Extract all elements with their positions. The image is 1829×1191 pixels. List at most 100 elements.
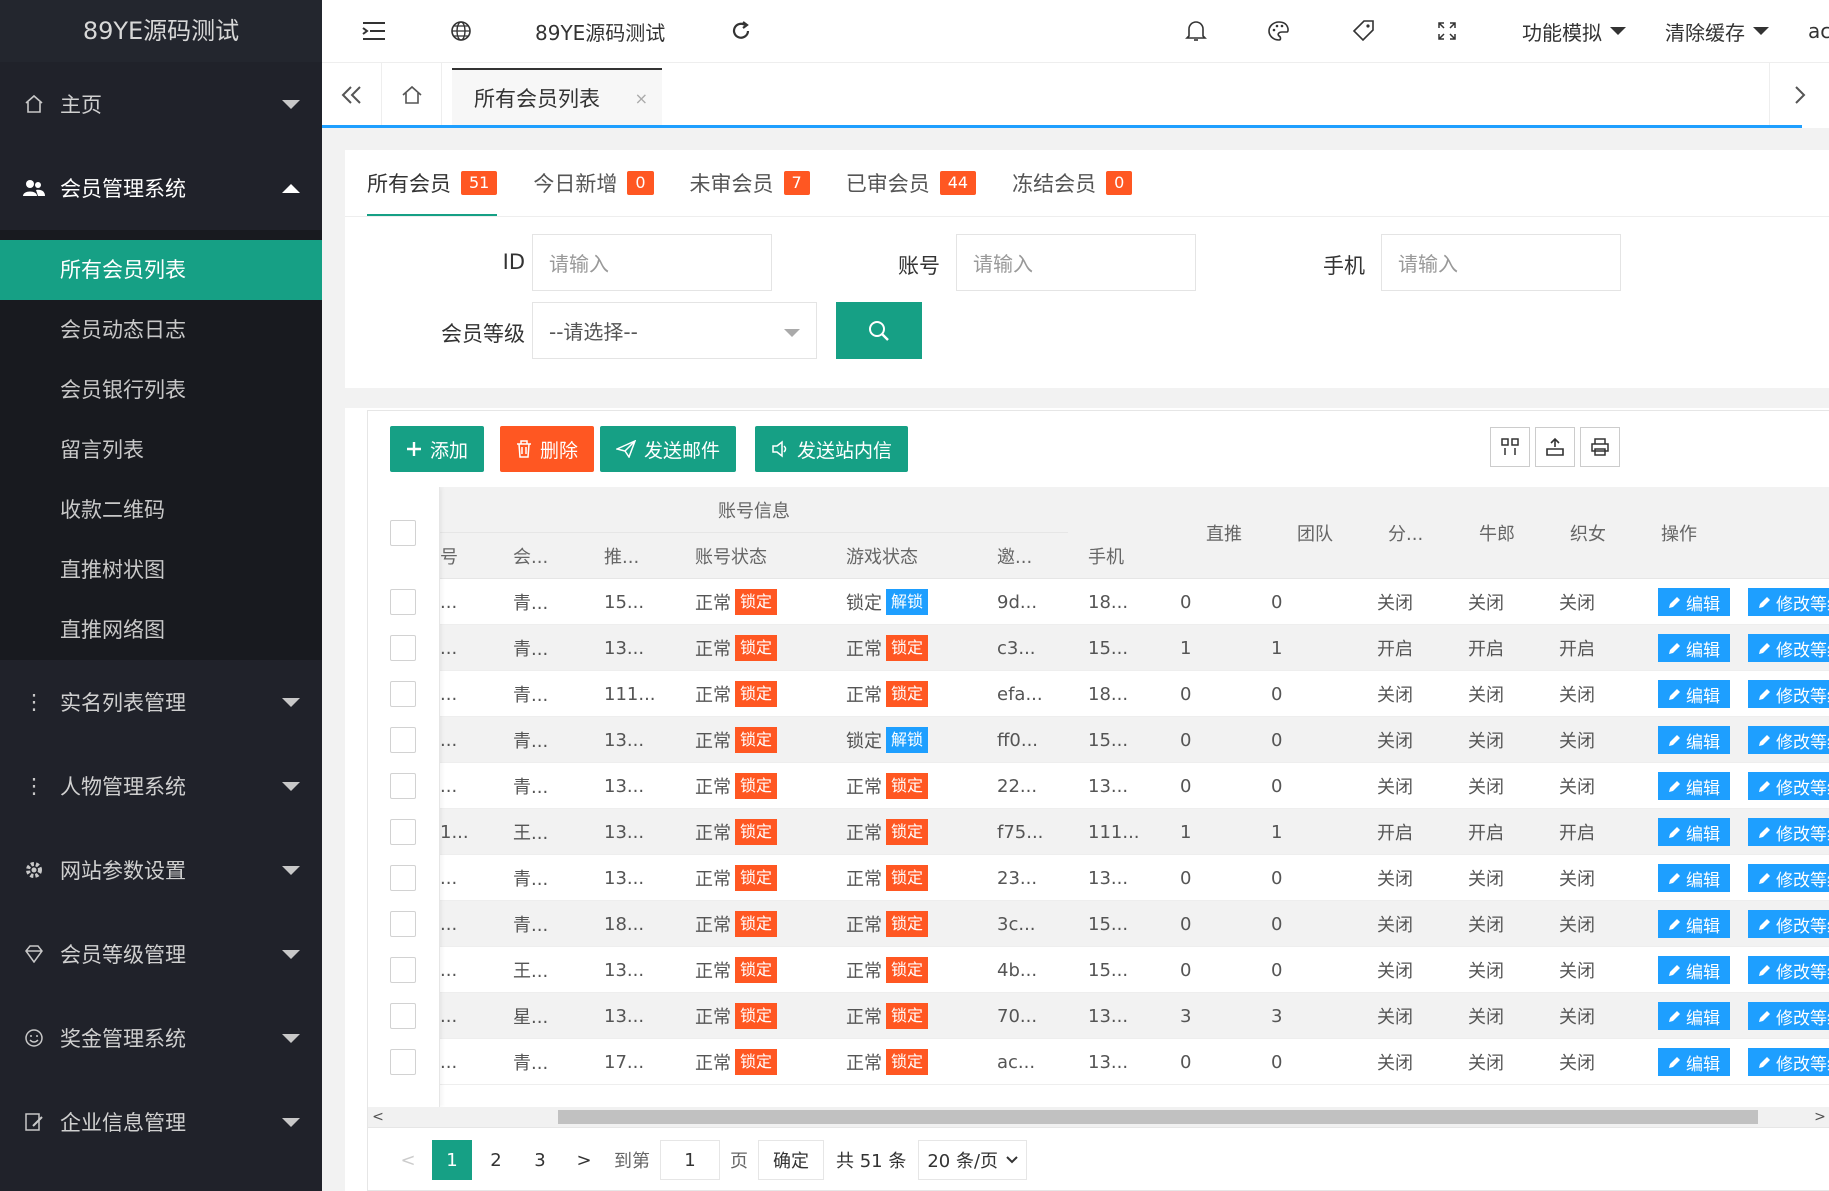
user-menu[interactable]: ac <box>1808 0 1829 62</box>
tab-unreviewed[interactable]: 未审会员 7 <box>690 150 810 216</box>
edit-button[interactable]: 编辑 <box>1658 956 1730 984</box>
row-checkbox[interactable] <box>390 1049 416 1075</box>
page-3[interactable]: 3 <box>520 1140 560 1180</box>
lock-game-button[interactable]: 锁定 <box>886 773 929 799</box>
scroll-left-icon[interactable]: < <box>368 1107 388 1127</box>
lock-account-button[interactable]: 锁定 <box>735 635 778 661</box>
select-all-checkbox[interactable] <box>390 520 416 546</box>
modify-level-button[interactable]: 修改等级 <box>1748 1048 1829 1076</box>
col-weaver[interactable]: 织女 <box>1570 487 1606 579</box>
palette-icon[interactable] <box>1267 0 1291 62</box>
print-icon[interactable] <box>1580 427 1620 467</box>
menu-level-mgmt[interactable]: 会员等级管理 <box>0 912 322 996</box>
row-checkbox[interactable] <box>390 727 416 753</box>
lock-game-button[interactable]: 锁定 <box>886 911 929 937</box>
submenu-item-activity-log[interactable]: 会员动态日志 <box>0 300 322 360</box>
export-icon[interactable] <box>1535 427 1575 467</box>
lock-account-button[interactable]: 锁定 <box>735 865 778 891</box>
tabs-next-icon[interactable] <box>1769 63 1829 126</box>
col-team[interactable]: 团队 <box>1297 487 1333 579</box>
col-cowherd[interactable]: 牛郎 <box>1479 487 1515 579</box>
lock-account-button[interactable]: 锁定 <box>735 681 778 707</box>
lock-account-button[interactable]: 锁定 <box>735 727 778 753</box>
scroll-right-icon[interactable]: > <box>1810 1107 1829 1127</box>
lock-game-button[interactable]: 锁定 <box>886 819 929 845</box>
tabs-prev-icon[interactable] <box>322 63 382 126</box>
modify-level-button[interactable]: 修改等级 <box>1748 1002 1829 1030</box>
edit-button[interactable]: 编辑 <box>1658 910 1730 938</box>
lock-account-button[interactable]: 锁定 <box>735 911 778 937</box>
row-checkbox[interactable] <box>390 635 416 661</box>
menu-bonus[interactable]: 奖金管理系统 <box>0 996 322 1080</box>
close-icon[interactable]: × <box>635 89 648 108</box>
modify-level-button[interactable]: 修改等级 <box>1748 634 1829 662</box>
columns-icon[interactable] <box>1490 427 1530 467</box>
edit-button[interactable]: 编辑 <box>1658 1002 1730 1030</box>
tab-today-new[interactable]: 今日新增 0 <box>533 150 654 216</box>
row-checkbox[interactable] <box>390 681 416 707</box>
phone-input[interactable]: 请输入 <box>1381 234 1621 291</box>
edit-button[interactable]: 编辑 <box>1658 818 1730 846</box>
page-size-select[interactable]: 20 条/页 <box>918 1140 1028 1180</box>
row-checkbox[interactable] <box>390 589 416 615</box>
lock-account-button[interactable]: 锁定 <box>735 1049 778 1075</box>
row-checkbox[interactable] <box>390 865 416 891</box>
tag-icon[interactable] <box>1352 0 1376 62</box>
menu-home[interactable]: 主页 <box>0 62 322 146</box>
edit-button[interactable]: 编辑 <box>1658 726 1730 754</box>
tab-frozen[interactable]: 冻结会员 0 <box>1012 150 1133 216</box>
row-checkbox[interactable] <box>390 957 416 983</box>
site-name-link[interactable]: 89YE源码测试 <box>535 0 665 62</box>
goto-page-input[interactable]: 1 <box>660 1140 720 1180</box>
next-page-icon[interactable]: > <box>564 1140 604 1180</box>
col-ref[interactable]: 推... <box>604 533 639 579</box>
col-share[interactable]: 分... <box>1388 487 1423 579</box>
prev-page-icon[interactable]: < <box>388 1140 428 1180</box>
col-game-status[interactable]: 游戏状态 <box>846 533 918 579</box>
menu-character[interactable]: ⋮ 人物管理系统 <box>0 744 322 828</box>
edit-button[interactable]: 编辑 <box>1658 864 1730 892</box>
lock-game-button[interactable]: 锁定 <box>886 865 929 891</box>
lock-account-button[interactable]: 锁定 <box>735 773 778 799</box>
page-1[interactable]: 1 <box>432 1140 472 1180</box>
row-checkbox[interactable] <box>390 819 416 845</box>
modify-level-button[interactable]: 修改等级 <box>1748 864 1829 892</box>
col-invite[interactable]: 邀... <box>997 533 1032 579</box>
edit-button[interactable]: 编辑 <box>1658 634 1730 662</box>
unlock-game-button[interactable]: 解锁 <box>886 727 929 753</box>
edit-button[interactable]: 编辑 <box>1658 1048 1730 1076</box>
row-checkbox[interactable] <box>390 773 416 799</box>
tab-all-members[interactable]: 所有会员列表 × <box>452 68 662 126</box>
bell-icon[interactable] <box>1185 0 1207 62</box>
modify-level-button[interactable]: 修改等级 <box>1748 680 1829 708</box>
unlock-game-button[interactable]: 解锁 <box>886 589 929 615</box>
col-account-status[interactable]: 账号状态 <box>695 533 767 579</box>
col-phone[interactable]: 手机 <box>1088 533 1124 579</box>
send-message-button[interactable]: 发送站内信 <box>755 426 909 472</box>
refresh-icon[interactable] <box>730 0 752 62</box>
submenu-item-messages[interactable]: 留言列表 <box>0 420 322 480</box>
edit-button[interactable]: 编辑 <box>1658 588 1730 616</box>
func-menu-dropdown[interactable]: 功能模拟 <box>1522 0 1626 62</box>
send-mail-button[interactable]: 发送邮件 <box>600 426 737 472</box>
modify-level-button[interactable]: 修改等级 <box>1748 956 1829 984</box>
modify-level-button[interactable]: 修改等级 <box>1748 588 1829 616</box>
col-member[interactable]: 会... <box>513 533 548 579</box>
globe-icon[interactable] <box>450 0 472 62</box>
menu-site-settings[interactable]: 网站参数设置 <box>0 828 322 912</box>
lock-game-button[interactable]: 锁定 <box>886 1003 929 1029</box>
lock-account-button[interactable]: 锁定 <box>735 819 778 845</box>
lock-game-button[interactable]: 锁定 <box>886 957 929 983</box>
edit-button[interactable]: 编辑 <box>1658 680 1730 708</box>
submenu-item-qrcode[interactable]: 收款二维码 <box>0 480 322 540</box>
submenu-item-network[interactable]: 直推网络图 <box>0 600 322 660</box>
fullscreen-icon[interactable] <box>1437 0 1457 62</box>
id-input[interactable]: 请输入 <box>532 234 772 291</box>
scrollbar-thumb[interactable] <box>558 1110 1758 1124</box>
lock-account-button[interactable]: 锁定 <box>735 589 778 615</box>
modify-level-button[interactable]: 修改等级 <box>1748 910 1829 938</box>
modify-level-button[interactable]: 修改等级 <box>1748 726 1829 754</box>
lock-account-button[interactable]: 锁定 <box>735 957 778 983</box>
menu-company[interactable]: 企业信息管理 <box>0 1080 322 1164</box>
lock-account-button[interactable]: 锁定 <box>735 1003 778 1029</box>
